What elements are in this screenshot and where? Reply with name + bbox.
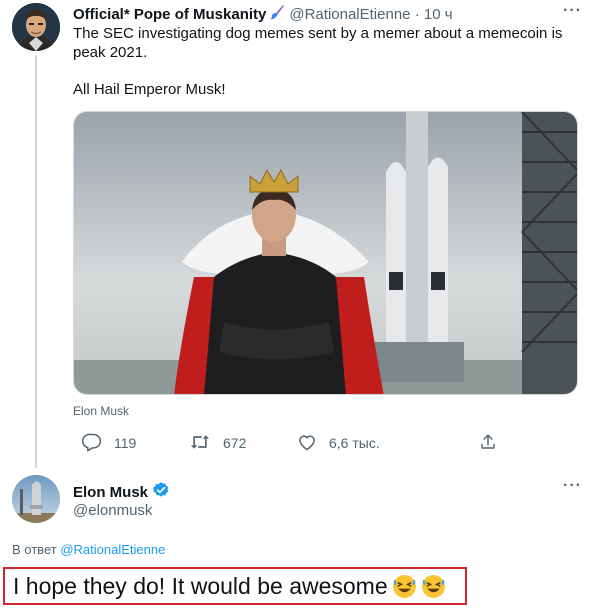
like-button[interactable]: 6,6 тыс. (297, 432, 380, 454)
reply-text: I hope they do! It would be awesome (13, 573, 446, 600)
retweet-icon (189, 432, 223, 455)
retweet-count: 672 (223, 435, 247, 451)
like-count: 6,6 тыс. (329, 435, 380, 451)
verified-badge-icon (148, 481, 170, 503)
rofl-emoji-icon (421, 574, 446, 599)
reply-author-name-text: Elon Musk (73, 483, 149, 501)
tweet-text-line1: The SEC investigating dog memes sent by … (73, 25, 563, 61)
tweet-header: Official* Pope of Muskanity @RationalEtie… (73, 4, 453, 24)
tweet-media-image[interactable] (73, 111, 578, 395)
elon-avatar[interactable] (12, 475, 60, 523)
parent-tweet[interactable]: Official* Pope of Muskanity @RationalEtie… (0, 0, 601, 468)
author-name[interactable]: Official* Pope of Muskanity (73, 6, 266, 23)
heart-icon (297, 432, 329, 455)
rofl-emoji-icon (392, 574, 417, 599)
reply-author-name[interactable]: Elon Musk (73, 481, 170, 503)
paintbrush-icon (269, 4, 285, 24)
reply-to-line: В ответ @RationalEtienne (12, 542, 165, 557)
reply-more-options-icon[interactable]: ··· (563, 477, 582, 495)
share-button[interactable] (479, 432, 509, 454)
reply-to-handle-link[interactable]: @RationalEtienne (60, 542, 165, 557)
retweet-button[interactable]: 672 (189, 432, 246, 454)
reply-icon (82, 432, 114, 455)
reply-text-highlight: I hope they do! It would be awesome (3, 567, 467, 605)
pope-avatar[interactable] (12, 3, 60, 51)
tweet-time[interactable]: 10 ч (424, 6, 453, 23)
tweet-text: The SEC investigating dog memes sent by … (73, 24, 573, 99)
reply-text-content: I hope they do! It would be awesome (13, 573, 388, 599)
tweet-text-line2: All Hail Emperor Musk! (73, 81, 226, 98)
media-caption[interactable]: Elon Musk (73, 404, 129, 418)
separator-dot: · (414, 6, 420, 23)
reply-author-handle[interactable]: @elonmusk (73, 502, 152, 519)
more-options-icon[interactable]: ··· (563, 2, 582, 20)
share-icon (479, 433, 509, 454)
reply-count: 119 (114, 435, 137, 451)
author-handle[interactable]: @RationalEtienne (289, 6, 410, 23)
reply-to-prefix: В ответ (12, 542, 57, 557)
thread-line (35, 55, 37, 468)
tweet-actions: 119 672 6,6 тыс. (73, 432, 543, 456)
reply-button[interactable]: 119 (82, 432, 136, 454)
reply-tweet[interactable]: Elon Musk @elonmusk ··· В ответ @Rationa… (0, 466, 601, 616)
